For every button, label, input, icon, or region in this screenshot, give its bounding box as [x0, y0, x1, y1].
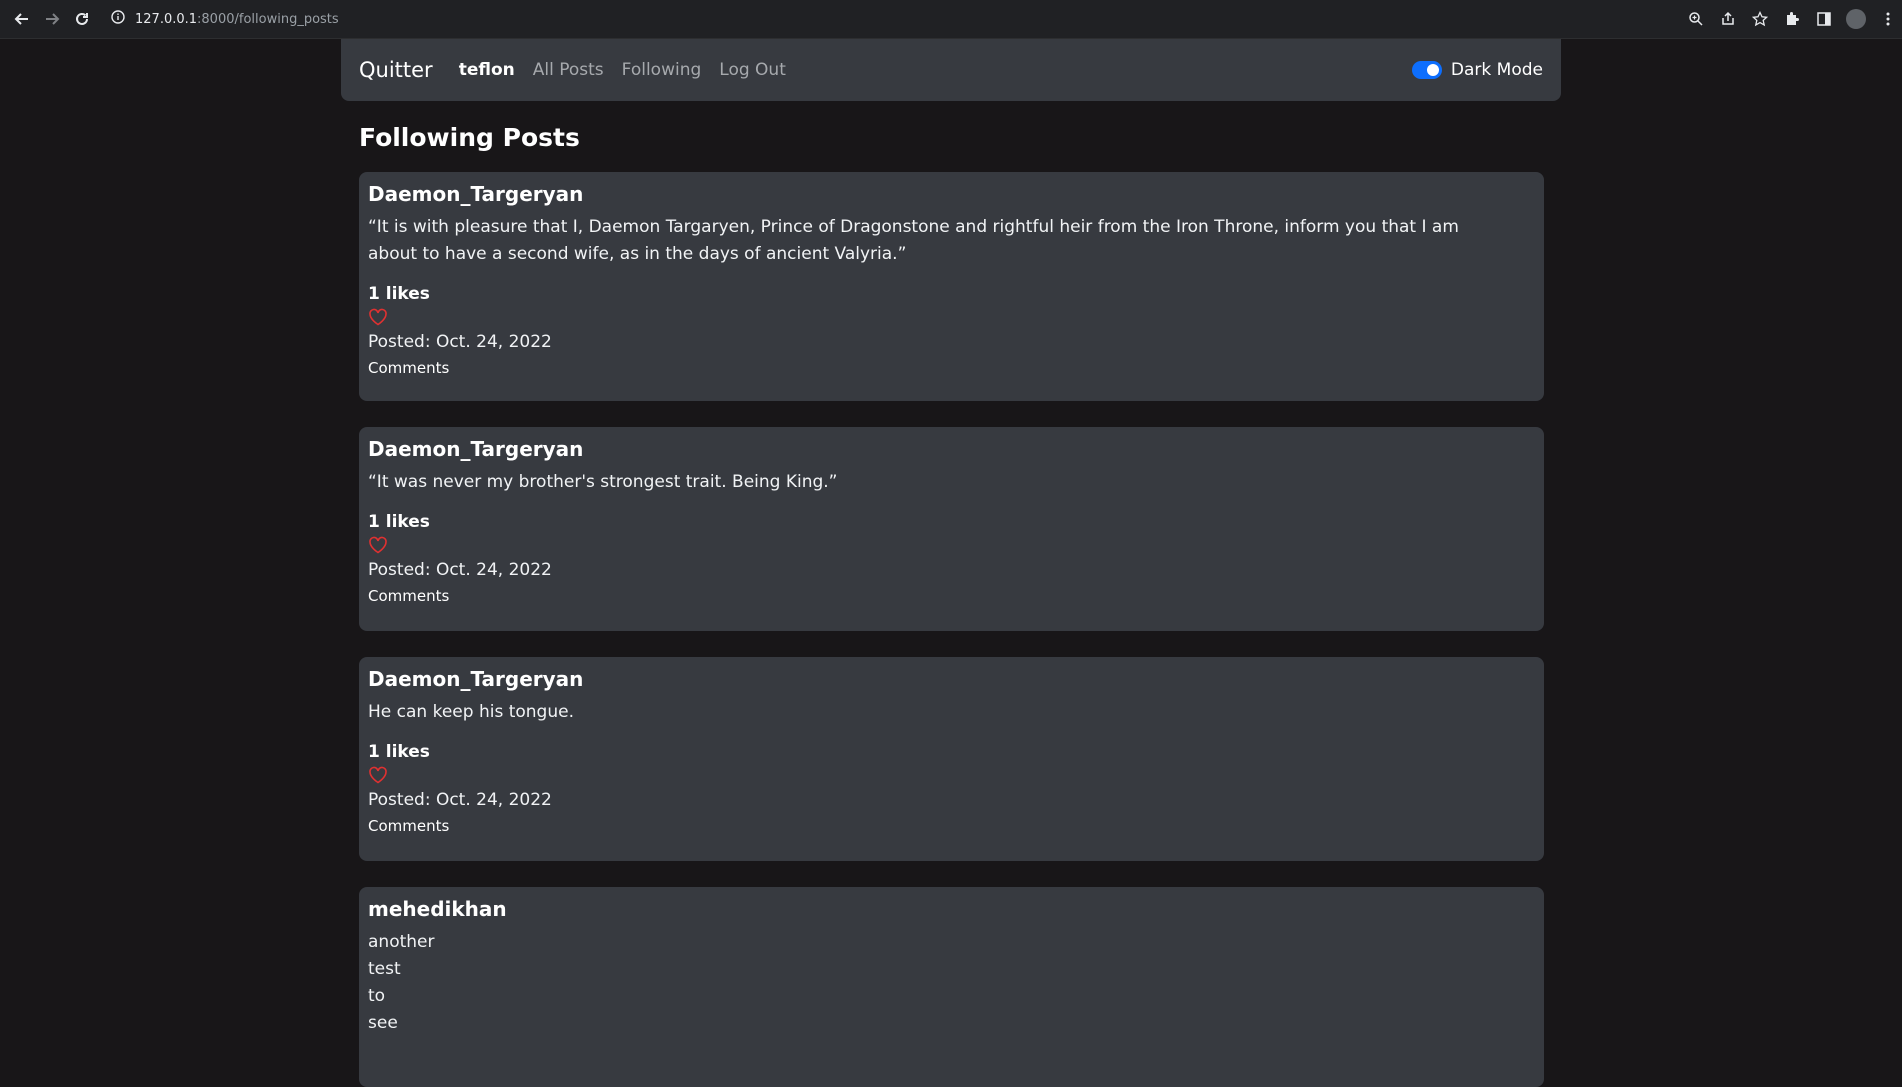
post-body-line: test: [368, 959, 401, 979]
comments-link[interactable]: Comments: [368, 359, 449, 377]
post-card: Daemon_Targeryan He can keep his tongue.…: [359, 657, 1544, 861]
browser-toolbar: 127.0.0.1:8000/following_posts: [0, 0, 1902, 39]
comments-link[interactable]: Comments: [368, 587, 449, 605]
nav-link-log-out[interactable]: Log Out: [719, 60, 786, 80]
post-author[interactable]: mehedikhan: [368, 897, 1535, 921]
posted-date: Posted: Oct. 24, 2022: [368, 790, 552, 810]
post-body: He can keep his tongue.: [368, 702, 574, 722]
back-arrow-icon[interactable]: [7, 4, 37, 34]
likes-count: 1 likes: [368, 512, 430, 532]
forward-arrow-icon[interactable]: [37, 4, 67, 34]
url-host: 127.0.0.1: [135, 11, 198, 27]
profile-avatar[interactable]: [1846, 9, 1866, 29]
main-container: Quitter teflon All Posts Following Log O…: [341, 39, 1561, 1087]
nav-link-following[interactable]: Following: [622, 60, 702, 80]
post-card: Daemon_Targeryan “It is with pleasure th…: [359, 172, 1544, 401]
star-icon[interactable]: [1750, 9, 1770, 29]
comments-link[interactable]: Comments: [368, 817, 449, 835]
post-body: “It is with pleasure that I, Daemon Targ…: [368, 217, 1459, 264]
zoom-icon[interactable]: [1686, 9, 1706, 29]
likes-count: 1 likes: [368, 284, 430, 304]
nav-link-all-posts[interactable]: All Posts: [533, 60, 604, 80]
nav-link-teflon[interactable]: teflon: [459, 60, 515, 80]
post-author[interactable]: Daemon_Targeryan: [368, 667, 1535, 691]
dark-mode-switch[interactable]: Dark Mode: [1411, 60, 1543, 80]
heart-icon[interactable]: [368, 536, 388, 556]
post-author[interactable]: Daemon_Targeryan: [368, 437, 1535, 461]
likes-count: 1 likes: [368, 742, 430, 762]
brand-logo[interactable]: Quitter: [359, 58, 433, 82]
post-card: Daemon_Targeryan “It was never my brothe…: [359, 427, 1544, 631]
post-body-line: another: [368, 932, 435, 952]
share-icon[interactable]: [1718, 9, 1738, 29]
heart-icon[interactable]: [368, 308, 388, 328]
posted-date: Posted: Oct. 24, 2022: [368, 560, 552, 580]
post-author[interactable]: Daemon_Targeryan: [368, 182, 1535, 206]
info-icon[interactable]: [111, 10, 125, 28]
heart-icon[interactable]: [368, 766, 388, 786]
post-body-line: see: [368, 1013, 398, 1033]
dark-mode-toggle[interactable]: [1411, 61, 1442, 79]
post-list: Daemon_Targeryan “It is with pleasure th…: [359, 172, 1544, 1087]
navbar: Quitter teflon All Posts Following Log O…: [341, 39, 1561, 101]
menu-kebab-icon[interactable]: [1878, 9, 1898, 29]
url-path: :8000/following_posts: [197, 11, 339, 27]
toggle-knob: [1426, 64, 1439, 76]
address-bar[interactable]: 127.0.0.1:8000/following_posts: [111, 10, 339, 28]
post-body: another test to see: [368, 929, 1468, 1037]
page-title: Following Posts: [359, 123, 580, 152]
posted-date: Posted: Oct. 24, 2022: [368, 332, 552, 352]
reload-icon[interactable]: [67, 4, 97, 34]
dark-mode-label[interactable]: Dark Mode: [1451, 60, 1543, 80]
sidebar-icon[interactable]: [1814, 9, 1834, 29]
extensions-icon[interactable]: [1782, 9, 1802, 29]
post-card: mehedikhan another test to see: [359, 887, 1544, 1087]
post-body-line: to: [368, 986, 386, 1006]
post-body: “It was never my brother's strongest tra…: [368, 472, 838, 492]
